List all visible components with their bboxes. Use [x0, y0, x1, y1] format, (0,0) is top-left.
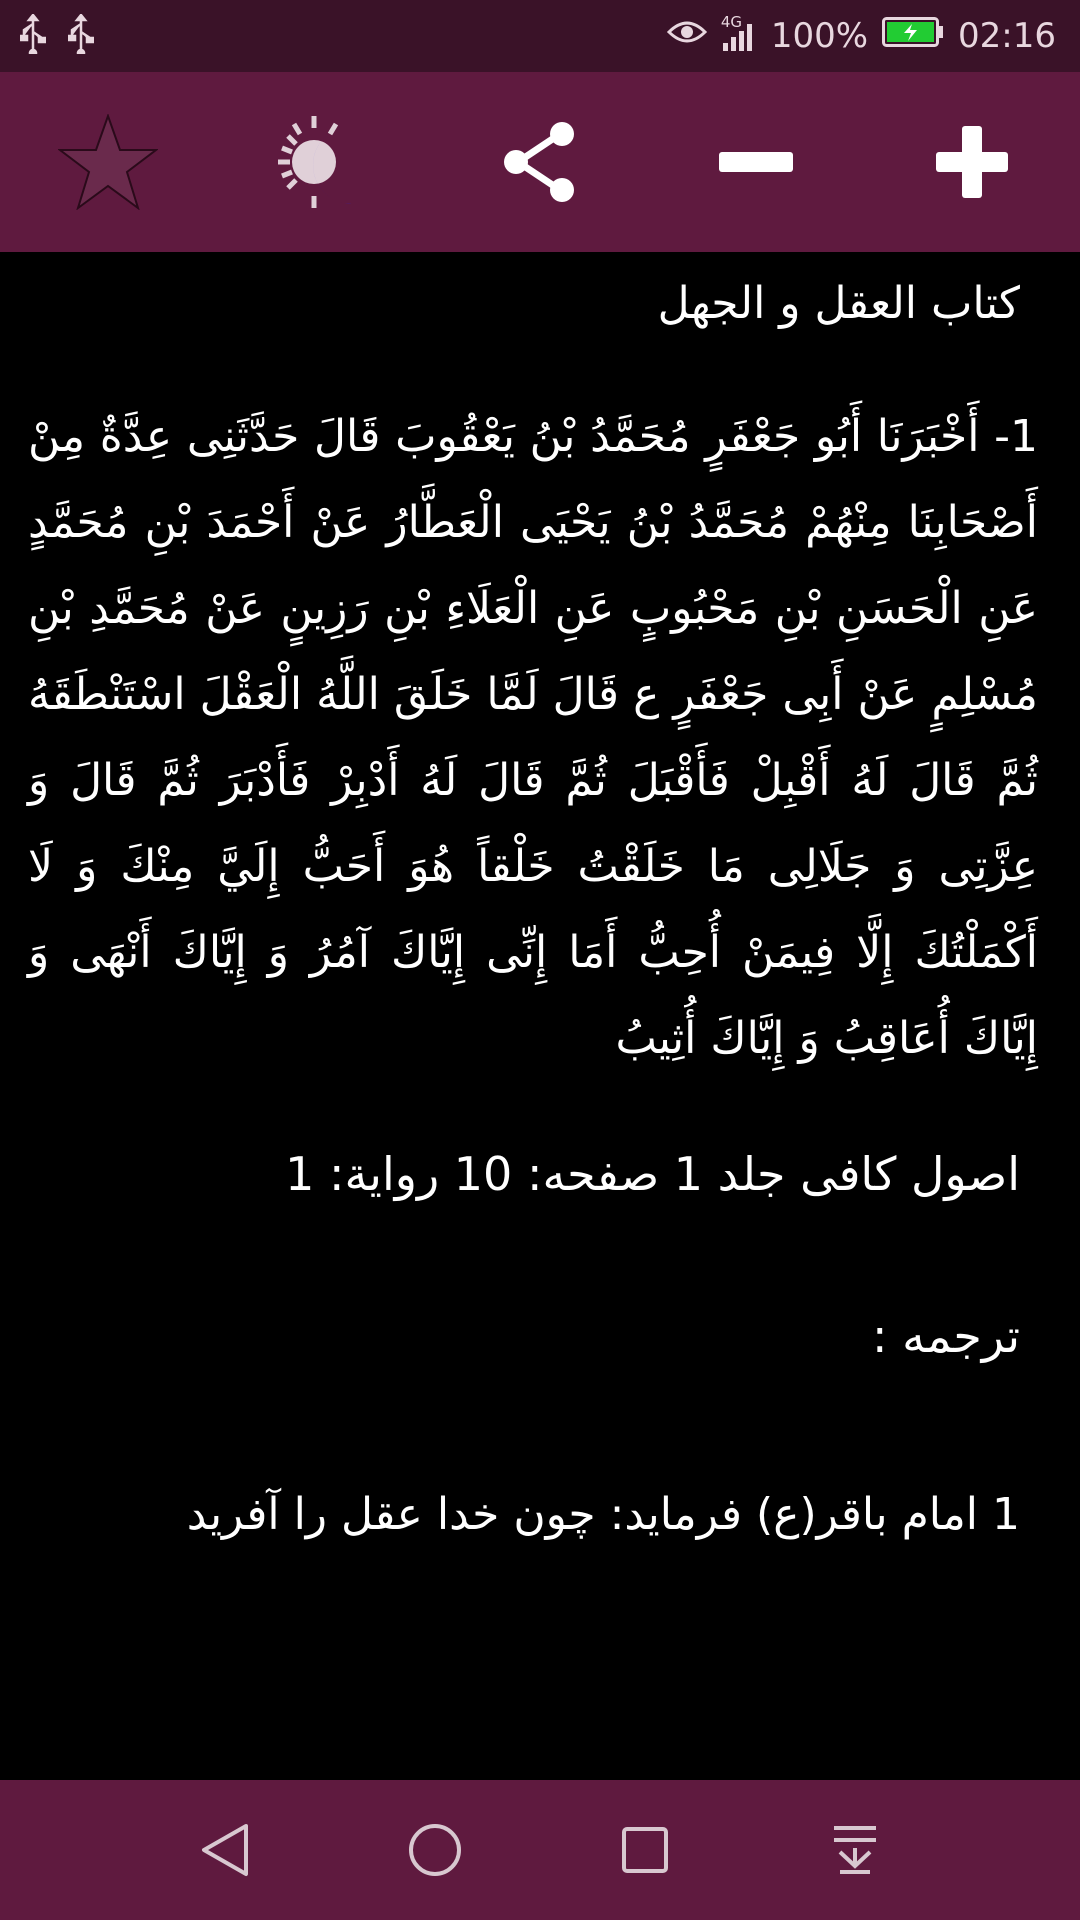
translation-text: 1 امام باقر(ع) فرمايد: چون خدا عقل را آف…	[186, 1489, 1020, 1540]
battery-percent: 100%	[770, 16, 869, 56]
status-right: 4G 100% 02:16	[666, 13, 1056, 56]
toolbar	[0, 72, 1080, 252]
home-button[interactable]	[395, 1810, 475, 1890]
translation-label: ترجمه :	[872, 1309, 1020, 1363]
increase-font-button[interactable]	[917, 107, 1027, 217]
notifications-pulldown-button[interactable]	[815, 1810, 895, 1890]
share-icon	[504, 122, 574, 202]
back-triangle-icon	[202, 1824, 248, 1876]
decrease-font-button[interactable]	[701, 107, 811, 217]
recents-square-icon	[622, 1827, 668, 1873]
hadith-text: 1- أَخْبَرَنَا أَبُو جَعْفَرٍ مُحَمَّدُ …	[28, 411, 1038, 1064]
home-circle-icon	[409, 1824, 461, 1876]
pull-down-icon	[834, 1826, 876, 1874]
favorite-button[interactable]	[53, 107, 163, 217]
day-night-toggle-button[interactable]	[269, 107, 379, 217]
navigation-bar	[0, 1780, 1080, 1920]
clock: 02:16	[958, 16, 1056, 56]
minus-icon	[719, 152, 793, 172]
status-left	[19, 12, 95, 58]
plus-icon	[936, 126, 1008, 198]
recents-button[interactable]	[605, 1810, 685, 1890]
usb-icon	[19, 12, 47, 58]
battery-icon	[882, 16, 944, 56]
network-type: 4G	[720, 13, 742, 31]
reading-text: کتاب العقل و الجهل 1- أَخْبَرَنَا أَبُو …	[0, 252, 1080, 1558]
usb-icon	[67, 12, 95, 58]
source-reference: اصول کافی جلد 1 صفحه: 10 رواية: 1	[285, 1147, 1020, 1201]
signal-icon: 4G	[721, 13, 757, 51]
book-title: کتاب العقل و الجهل	[657, 278, 1020, 329]
status-bar: 4G 100% 02:16	[0, 0, 1080, 72]
back-button[interactable]	[185, 1810, 265, 1890]
day-night-icon	[278, 116, 352, 208]
reading-content[interactable]: کتاب العقل و الجهل 1- أَخْبَرَنَا أَبُو …	[0, 252, 1080, 1780]
star-icon	[58, 114, 158, 210]
eye-icon	[666, 16, 707, 56]
share-button[interactable]	[485, 107, 595, 217]
